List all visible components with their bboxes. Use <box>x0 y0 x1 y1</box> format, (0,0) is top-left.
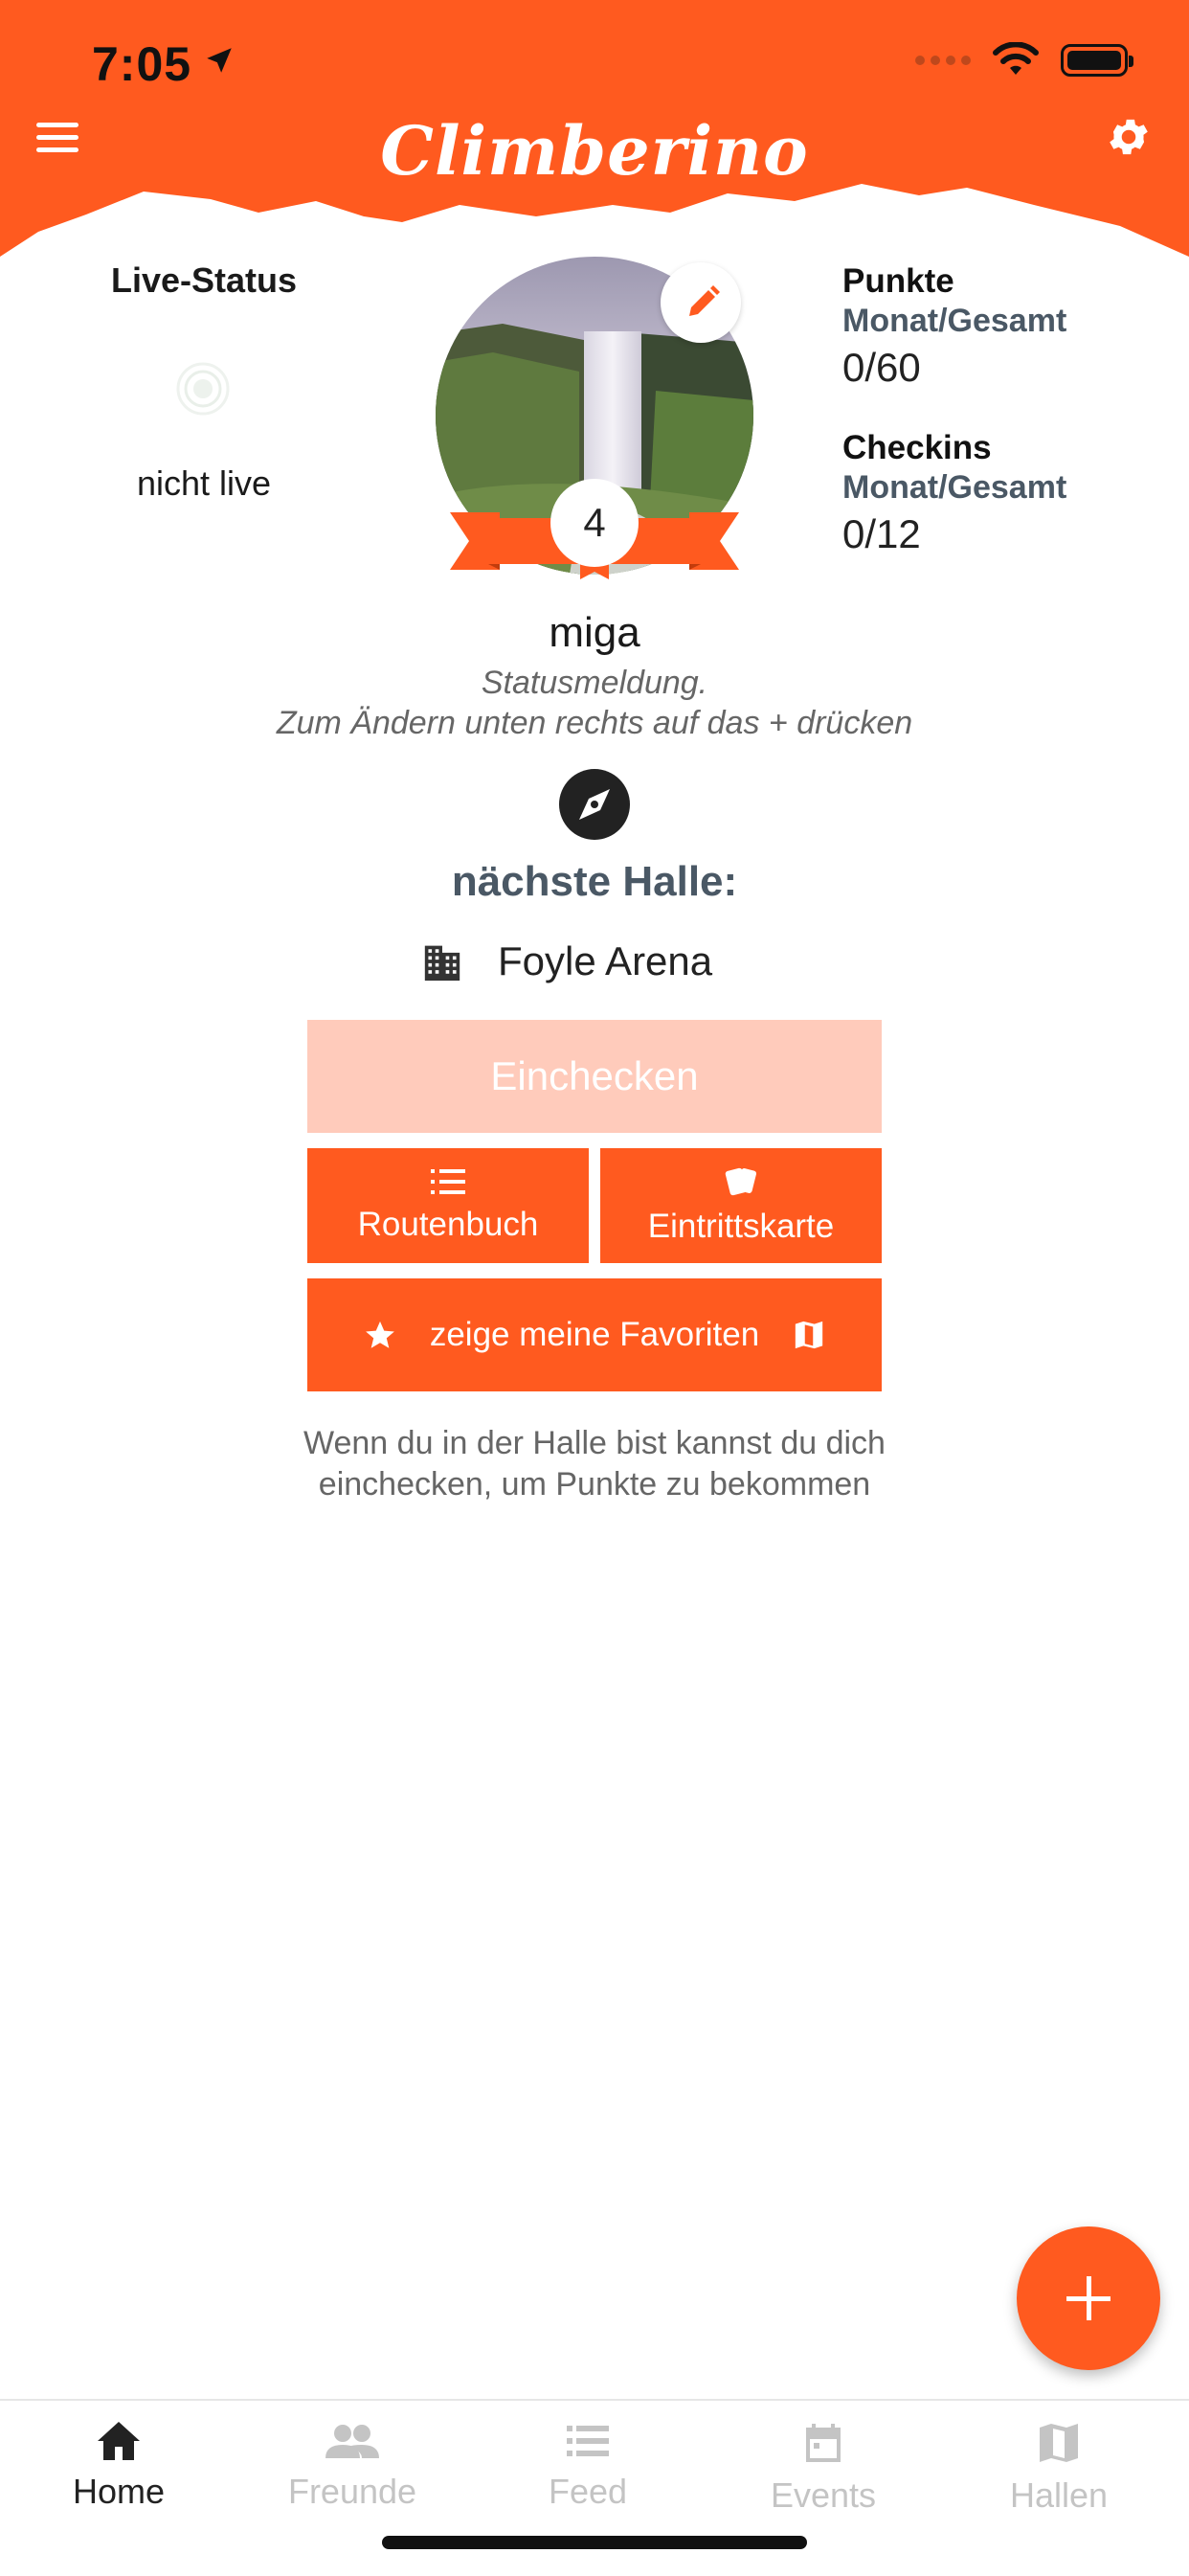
signal-icon <box>915 56 971 65</box>
battery-icon <box>1061 44 1133 77</box>
checkins-value: 0/12 <box>842 511 921 556</box>
home-icon <box>98 2422 140 2460</box>
tab-feed-label: Feed <box>548 2472 628 2511</box>
settings-gear-icon[interactable] <box>1105 113 1153 161</box>
live-status-text: nicht live <box>136 463 272 503</box>
ticket-cards-icon <box>725 1167 757 1196</box>
checkin-label: Einchecken <box>490 1053 699 1098</box>
username: miga <box>549 609 640 656</box>
star-icon <box>365 1321 394 1348</box>
wifi-icon <box>993 42 1039 75</box>
points-value: 0/60 <box>842 345 921 390</box>
compass-icon <box>559 769 630 840</box>
tab-halls[interactable]: Hallen <box>940 2420 1178 2516</box>
points-title: Punkte <box>842 262 954 300</box>
status-message-line1: Statusmeldung. <box>481 665 708 701</box>
ticket-button[interactable]: Eintrittskarte <box>600 1148 882 1263</box>
checkin-button[interactable]: Einchecken <box>307 1020 882 1133</box>
home-indicator[interactable] <box>382 2536 807 2549</box>
people-icon <box>325 2425 379 2458</box>
tab-events[interactable]: Events <box>705 2420 942 2516</box>
calendar-icon <box>806 2424 841 2462</box>
app-title: Climberino <box>380 111 809 191</box>
status-message-line2: Zum Ändern unten rechts auf das + drücke… <box>276 705 913 741</box>
favorites-button[interactable]: zeige meine Favoriten <box>307 1278 882 1391</box>
live-indicator-icon <box>176 362 230 416</box>
tab-friends[interactable]: Freunde <box>234 2420 471 2512</box>
pencil-icon <box>689 285 720 316</box>
list-icon <box>567 2426 609 2456</box>
status-time: 7:05 <box>92 37 192 91</box>
tab-halls-label: Hallen <box>1009 2475 1109 2515</box>
routebook-label: Routenbuch <box>357 1206 539 1243</box>
favorites-label: zeige meine Favoriten <box>429 1316 760 1353</box>
plus-icon <box>1066 2276 1110 2320</box>
checkins-title: Checkins <box>842 429 992 466</box>
live-status-title: Live-Status <box>110 260 298 300</box>
hall-row: Foyle Arena <box>421 938 712 984</box>
numbered-list-icon <box>431 1169 465 1194</box>
hall-name: Foyle Arena <box>498 938 713 983</box>
add-status-button[interactable] <box>1017 2226 1160 2370</box>
checkin-hint: Wenn du in der Halle bist kannst du dich… <box>303 1425 886 1503</box>
points-subtitle: Monat/Gesamt <box>842 303 1067 339</box>
tab-feed[interactable]: Feed <box>469 2420 707 2512</box>
ticket-label: Eintrittskarte <box>647 1208 835 1245</box>
map-icon <box>1040 2424 1078 2462</box>
routebook-button[interactable]: Routenbuch <box>307 1148 589 1263</box>
bottom-tab-bar: Home Freunde Feed Events Hallen <box>0 2399 1189 2576</box>
map-icon <box>796 1321 823 1349</box>
tab-friends-label: Freunde <box>287 2472 417 2511</box>
level-badge: 4 <box>550 479 639 567</box>
app-header: 7:05 Climberino <box>0 0 1189 268</box>
location-arrow-icon <box>207 48 232 73</box>
tab-home[interactable]: Home <box>0 2420 237 2512</box>
edit-profile-button[interactable] <box>661 262 741 343</box>
status-indicators <box>915 42 1133 79</box>
tab-events-label: Events <box>770 2475 877 2515</box>
tab-home-label: Home <box>72 2472 166 2511</box>
checkins-subtitle: Monat/Gesamt <box>842 469 1067 506</box>
next-hall-label: nächste Halle: <box>451 858 738 905</box>
building-icon <box>424 945 460 981</box>
